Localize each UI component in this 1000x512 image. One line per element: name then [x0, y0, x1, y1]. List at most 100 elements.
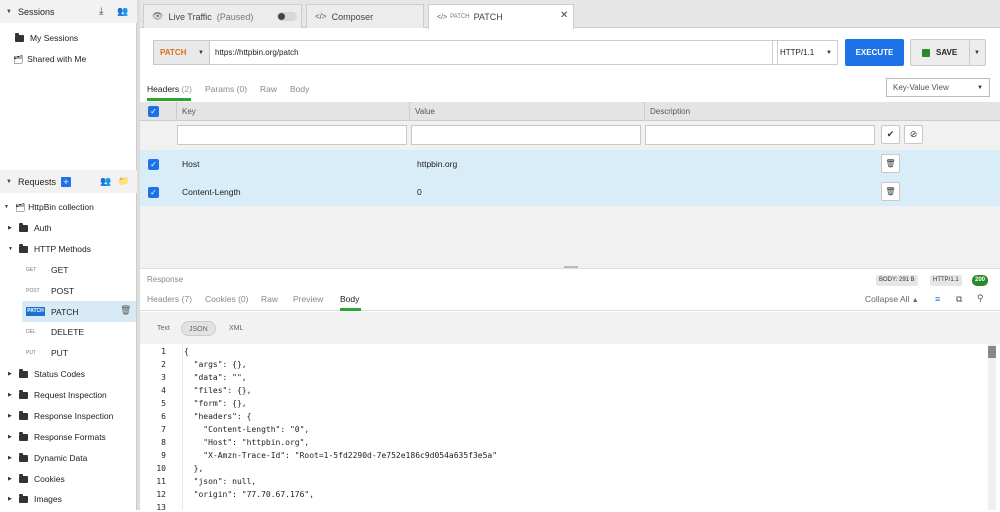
share-users-icon[interactable]: 👥: [100, 176, 111, 187]
folder-item-images[interactable]: ▶ Images: [8, 489, 62, 509]
folder-item-response-inspection[interactable]: ▶ Response Inspection: [8, 406, 113, 426]
code-line: "X-Amzn-Trace-Id": "Root=1-5fd2290d-7e75…: [184, 451, 498, 460]
sidebar-item-label: Shared with Me: [27, 54, 87, 64]
requests-header[interactable]: ▼ Requests + 👥 📁: [0, 170, 137, 193]
status-badge: 200: [972, 275, 989, 286]
search-icon[interactable]: ⚲: [977, 293, 984, 304]
sessions-header[interactable]: ▼ Sessions ⤓ 👥: [0, 0, 137, 23]
tab-raw[interactable]: Raw: [260, 84, 277, 94]
expand-caret-icon[interactable]: ▶: [8, 434, 13, 440]
tab-response-raw[interactable]: Raw: [261, 294, 278, 304]
tab-headers[interactable]: Headers (2): [147, 84, 192, 94]
expand-caret-icon[interactable]: ▶: [8, 371, 13, 377]
pause-toggle[interactable]: [277, 12, 297, 21]
sidebar-item-label: My Sessions: [30, 33, 79, 43]
request-item-get[interactable]: GET GET: [26, 260, 68, 280]
code-line: "data": "",: [184, 373, 247, 382]
tab-response-headers[interactable]: Headers (7): [147, 294, 192, 304]
folder-icon: [19, 389, 28, 399]
sidebar-item-shared-with-me[interactable]: 🗂 Shared with Me: [13, 49, 86, 69]
row-value[interactable]: httpbin.org: [417, 150, 457, 178]
collapse-all-button[interactable]: Collapse All ▲: [865, 294, 919, 304]
code-line: "headers": {: [184, 412, 252, 421]
folder-item-dynamic-data[interactable]: ▶ Dynamic Data: [8, 448, 87, 468]
execute-button[interactable]: EXECUTE: [845, 39, 904, 66]
trash-icon[interactable]: 🗑: [881, 182, 900, 201]
view-mode-select[interactable]: Key-Value View ▼: [886, 78, 990, 97]
table-row[interactable]: ✓ Host httpbin.org 🗑: [140, 150, 1000, 178]
folder-item-auth[interactable]: ▶ Auth: [8, 218, 52, 238]
expand-caret-icon[interactable]: ▶: [8, 476, 13, 482]
vertical-scrollbar[interactable]: [988, 344, 996, 510]
tab-body[interactable]: Body: [290, 84, 309, 94]
folder-label: Status Codes: [34, 369, 86, 379]
sidebar-item-my-sessions[interactable]: My Sessions: [15, 28, 78, 48]
confirm-check-icon[interactable]: ✔: [881, 125, 900, 144]
cancel-icon[interactable]: ⊘: [904, 125, 923, 144]
folder-item-http-methods[interactable]: ▼ HTTP Methods: [8, 239, 91, 259]
add-folder-icon[interactable]: 📁: [118, 176, 129, 187]
tab-params[interactable]: Params (0): [205, 84, 247, 94]
expand-caret-icon[interactable]: ▶: [8, 413, 13, 419]
folder-item-status-codes[interactable]: ▶ Status Codes: [8, 364, 85, 384]
folder-label: Response Formats: [34, 432, 106, 442]
checkbox-checked-icon[interactable]: ✓: [148, 106, 159, 117]
expand-caret-icon[interactable]: ▼: [4, 204, 9, 210]
collapse-caret-icon[interactable]: ▼: [6, 179, 12, 185]
header-select-all[interactable]: ✓: [140, 102, 177, 121]
request-item-post[interactable]: POST POST: [26, 281, 74, 301]
line-number: 11: [156, 477, 166, 486]
scrollbar-thumb[interactable]: [988, 346, 996, 358]
tab-live-traffic[interactable]: 👁 Live Traffic (Paused): [143, 4, 302, 28]
wrap-icon[interactable]: ≡: [935, 294, 940, 304]
method-select[interactable]: PATCH ▼: [153, 40, 210, 65]
copy-icon[interactable]: ⧉: [956, 294, 962, 305]
method-tag: POST: [26, 287, 40, 294]
close-icon[interactable]: ✕: [560, 10, 568, 21]
save-dropdown-icon[interactable]: ▼: [974, 50, 980, 56]
trash-icon[interactable]: 🗑: [881, 154, 900, 173]
folder-icon: [19, 473, 28, 483]
tab-count: (7): [181, 294, 192, 304]
folder-item-response-formats[interactable]: ▶ Response Formats: [8, 427, 106, 447]
row-key[interactable]: Content-Length: [182, 178, 241, 206]
request-item-delete[interactable]: DEL DELETE: [26, 322, 84, 342]
save-label: SAVE: [936, 48, 958, 57]
table-row[interactable]: ✓ Content-Length 0 🗑: [140, 178, 1000, 206]
url-input[interactable]: https://httpbin.org/patch: [210, 40, 778, 65]
row-value[interactable]: 0: [417, 178, 422, 206]
folder-item-request-inspection[interactable]: ▶ Request Inspection: [8, 385, 107, 405]
folder-item-cookies[interactable]: ▶ Cookies: [8, 469, 65, 489]
tab-response-body[interactable]: Body: [340, 294, 359, 304]
format-json[interactable]: JSON: [181, 321, 216, 336]
tab-response-preview[interactable]: Preview: [293, 294, 323, 304]
format-text[interactable]: Text: [150, 321, 177, 336]
trash-icon[interactable]: 🗑: [120, 305, 131, 316]
new-description-input[interactable]: [645, 125, 875, 145]
save-button[interactable]: SAVE ▼: [910, 39, 986, 66]
expand-caret-icon[interactable]: ▶: [8, 225, 13, 231]
checkbox-checked-icon[interactable]: ✓: [148, 159, 159, 170]
tab-composer[interactable]: </> Composer: [306, 4, 424, 28]
expand-caret-icon[interactable]: ▶: [8, 392, 13, 398]
collection-item[interactable]: ▼ 🗂 HttpBin collection: [4, 197, 94, 217]
new-value-input[interactable]: [411, 125, 641, 145]
expand-caret-icon[interactable]: ▶: [8, 455, 13, 461]
row-key[interactable]: Host: [182, 150, 199, 178]
tab-response-cookies[interactable]: Cookies (0): [205, 294, 248, 304]
code-viewer[interactable]: 1 2 3 4 5 6 7 8 9 10 11 12 13 { "args": {}, "data": …: [140, 344, 1000, 512]
share-users-icon[interactable]: 👥: [117, 6, 128, 17]
protocol-select[interactable]: HTTP/1.1 ▼: [772, 40, 838, 65]
request-item-patch[interactable]: PATCH PATCH 🗑: [22, 301, 136, 322]
download-icon[interactable]: ⤓: [99, 6, 103, 17]
tab-patch[interactable]: </> PATCH PATCH ✕: [428, 4, 574, 29]
checkbox-checked-icon[interactable]: ✓: [148, 187, 159, 198]
collapse-caret-icon[interactable]: ▼: [6, 9, 12, 15]
expand-caret-icon[interactable]: ▼: [8, 246, 13, 252]
new-key-input[interactable]: [177, 125, 407, 145]
expand-caret-icon[interactable]: ▶: [8, 496, 13, 502]
request-item-put[interactable]: PUT PUT: [26, 343, 68, 363]
format-xml[interactable]: XML: [222, 321, 250, 336]
method-tag: PUT: [26, 349, 36, 356]
add-request-icon[interactable]: +: [60, 176, 71, 187]
